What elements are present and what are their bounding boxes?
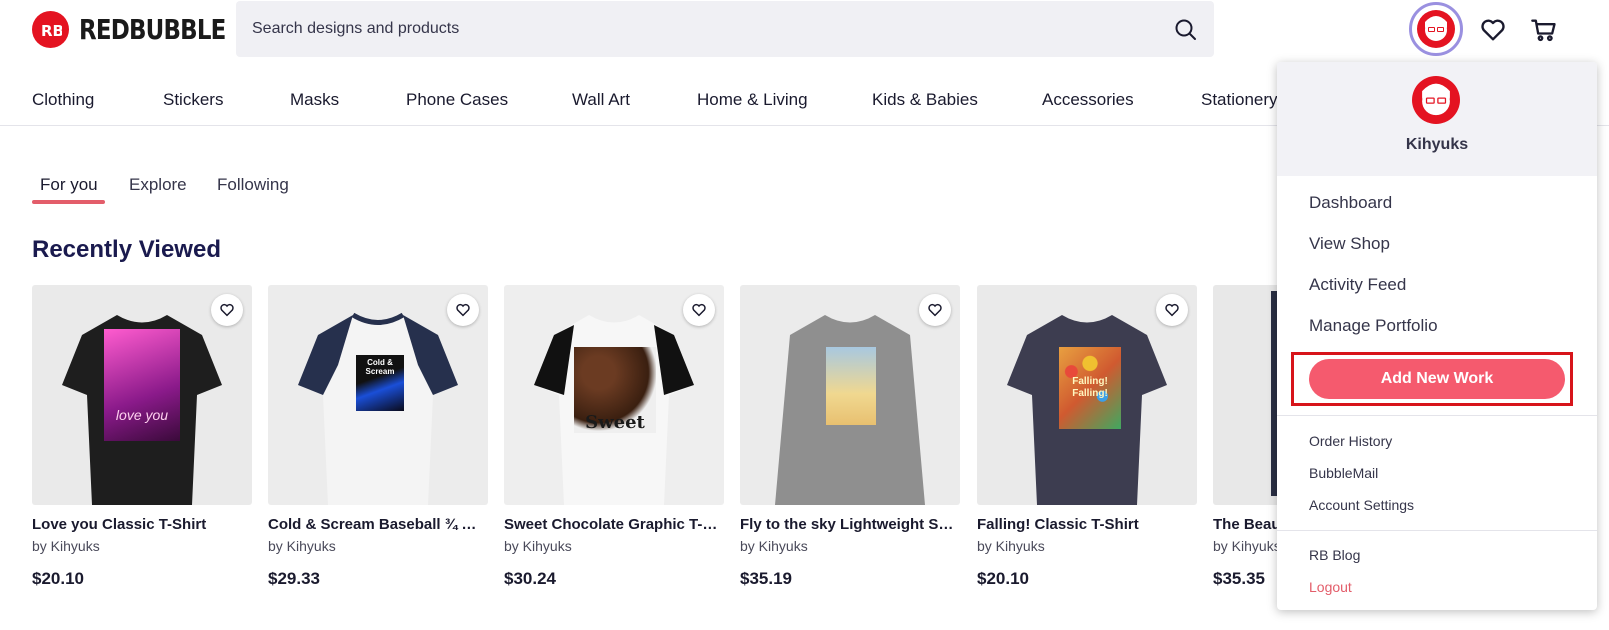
menu-item-manage-portfolio[interactable]: Manage Portfolio bbox=[1309, 316, 1438, 336]
product-title[interactable]: Cold & Scream Baseball ¾ Sleeve T-Shirt bbox=[268, 516, 486, 533]
product-print: Sweet bbox=[574, 347, 656, 433]
heart-icon bbox=[220, 303, 234, 317]
svg-text:RB: RB bbox=[41, 22, 62, 39]
product-print: Falling! Falling! bbox=[1059, 347, 1121, 429]
product-artist[interactable]: by Kihyuks bbox=[268, 538, 488, 554]
add-new-work-button[interactable]: Add New Work bbox=[1309, 359, 1565, 399]
favorite-button[interactable] bbox=[919, 294, 951, 326]
product-title[interactable]: Fly to the sky Lightweight Sweatshirt bbox=[740, 516, 958, 533]
product-card[interactable]: love you Love you Classic T-Shirt by Kih… bbox=[32, 285, 252, 589]
avatar bbox=[1417, 10, 1455, 48]
category-wall-art[interactable]: Wall Art bbox=[572, 90, 630, 110]
category-phone-cases[interactable]: Phone Cases bbox=[406, 90, 508, 110]
category-clothing[interactable]: Clothing bbox=[32, 90, 94, 110]
favorite-button[interactable] bbox=[211, 294, 243, 326]
category-stationery[interactable]: Stationery bbox=[1201, 90, 1278, 110]
menu-divider bbox=[1277, 530, 1597, 531]
brand-name: REDBUBBLE bbox=[79, 13, 226, 46]
product-price: $20.10 bbox=[32, 569, 84, 588]
dropdown-profile-header: Kihyuks bbox=[1277, 62, 1597, 176]
search-input[interactable] bbox=[252, 20, 1132, 38]
menu-item-dashboard[interactable]: Dashboard bbox=[1309, 193, 1392, 213]
menu-item-activity-feed[interactable]: Activity Feed bbox=[1309, 275, 1406, 295]
print-text: Cold & Scream bbox=[365, 358, 395, 376]
product-title[interactable]: Falling! Classic T-Shirt bbox=[977, 516, 1195, 533]
print-text: love you bbox=[115, 407, 169, 423]
product-image[interactable]: Sweet bbox=[504, 285, 724, 505]
product-card[interactable]: Falling! Falling! Falling! Classic T-Shi… bbox=[977, 285, 1197, 589]
site-header: RB REDBUBBLE bbox=[0, 0, 1609, 62]
category-masks[interactable]: Masks bbox=[290, 90, 339, 110]
menu-divider bbox=[1277, 415, 1597, 416]
product-card[interactable]: Cold & Scream Cold & Scream Baseball ¾ S… bbox=[268, 285, 488, 589]
tab-for-you[interactable]: For you bbox=[40, 175, 98, 195]
search-icon[interactable] bbox=[1174, 18, 1198, 42]
product-image[interactable]: Falling! Falling! bbox=[977, 285, 1197, 505]
print-text: Sweet bbox=[585, 412, 645, 433]
product-print: Cold & Scream bbox=[356, 355, 404, 411]
product-artist[interactable]: by Kihyuks bbox=[977, 538, 1197, 554]
menu-item-bubblemail[interactable]: BubbleMail bbox=[1309, 465, 1378, 481]
category-accessories[interactable]: Accessories bbox=[1042, 90, 1134, 110]
redbubble-logo[interactable]: RB REDBUBBLE bbox=[32, 11, 258, 48]
product-title[interactable]: Sweet Chocolate Graphic T-Shirt bbox=[504, 516, 722, 533]
tab-following[interactable]: Following bbox=[217, 175, 289, 195]
menu-item-rb-blog[interactable]: RB Blog bbox=[1309, 547, 1360, 563]
product-image[interactable] bbox=[740, 285, 960, 505]
print-text: Falling! Falling! bbox=[1072, 376, 1108, 399]
product-artist[interactable]: by Kihyuks bbox=[32, 538, 252, 554]
menu-item-order-history[interactable]: Order History bbox=[1309, 433, 1392, 449]
product-card[interactable]: Fly to the sky Lightweight Sweatshirt by… bbox=[740, 285, 960, 589]
search-bar bbox=[236, 1, 1214, 57]
product-artist[interactable]: by Kihyuks bbox=[740, 538, 960, 554]
category-stickers[interactable]: Stickers bbox=[163, 90, 223, 110]
heart-icon bbox=[1165, 303, 1179, 317]
favorite-button[interactable] bbox=[1156, 294, 1188, 326]
menu-item-logout[interactable]: Logout bbox=[1309, 579, 1352, 595]
avatar[interactable] bbox=[1412, 76, 1460, 124]
product-price: $29.33 bbox=[268, 569, 320, 588]
product-print: love you bbox=[104, 329, 180, 441]
product-price: $20.10 bbox=[977, 569, 1029, 588]
menu-item-view-shop[interactable]: View Shop bbox=[1309, 234, 1390, 254]
tab-explore[interactable]: Explore bbox=[129, 175, 187, 195]
cart-icon[interactable] bbox=[1530, 16, 1558, 44]
product-price: $30.24 bbox=[504, 569, 556, 588]
section-title: Recently Viewed bbox=[32, 236, 221, 263]
heart-icon[interactable] bbox=[1479, 16, 1507, 44]
account-dropdown-menu: Kihyuks Dashboard View Shop Activity Fee… bbox=[1277, 62, 1597, 610]
menu-item-account-settings[interactable]: Account Settings bbox=[1309, 497, 1414, 513]
profile-username[interactable]: Kihyuks bbox=[1277, 136, 1597, 154]
favorite-button[interactable] bbox=[447, 294, 479, 326]
heart-icon bbox=[692, 303, 706, 317]
product-card[interactable]: Sweet Sweet Chocolate Graphic T-Shirt by… bbox=[504, 285, 724, 589]
category-home-living[interactable]: Home & Living bbox=[697, 90, 808, 110]
heart-icon bbox=[928, 303, 942, 317]
category-kids-babies[interactable]: Kids & Babies bbox=[872, 90, 978, 110]
redbubble-logo-mark: RB bbox=[32, 11, 69, 48]
product-price: $35.19 bbox=[740, 569, 792, 588]
favorite-button[interactable] bbox=[683, 294, 715, 326]
product-title[interactable]: Love you Classic T-Shirt bbox=[32, 516, 250, 533]
product-artist[interactable]: by Kihyuks bbox=[504, 538, 724, 554]
heart-icon bbox=[456, 303, 470, 317]
product-print bbox=[826, 347, 876, 425]
product-image[interactable]: love you bbox=[32, 285, 252, 505]
active-tab-indicator bbox=[32, 200, 105, 204]
account-avatar-button[interactable] bbox=[1409, 2, 1463, 56]
product-image[interactable]: Cold & Scream bbox=[268, 285, 488, 505]
